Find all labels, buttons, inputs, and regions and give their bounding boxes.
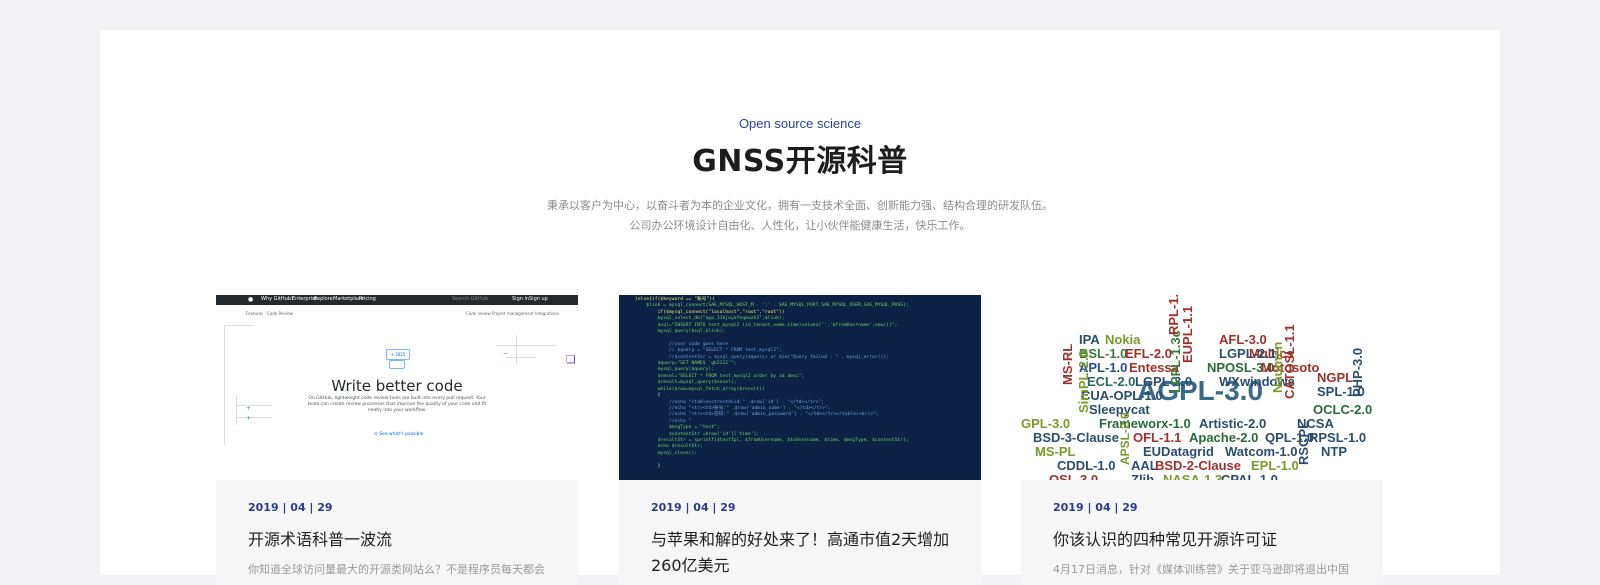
- github-breadcrumb: Features · Code Review: [246, 311, 293, 316]
- article-title[interactable]: 开源术语科普一波流: [248, 527, 548, 553]
- article-thumbnail-code[interactable]: }else{if($keyword == "账号"){ $link = mysq…: [619, 295, 981, 480]
- plus-icon: +: [246, 415, 252, 422]
- article-title[interactable]: 与苹果和解的好处来了！高通市值2天增加260亿美元: [651, 527, 951, 579]
- license-word: Watcom-1.0: [1225, 444, 1298, 459]
- license-word: GPL-3.0: [1021, 416, 1071, 431]
- license-word: RSCPL: [1296, 420, 1311, 465]
- article-title[interactable]: 你该认识的四种常见开源许可证: [1053, 527, 1353, 553]
- code-line: //echo "<tr><td>密码:" .$row['admin_passwo…: [635, 412, 879, 418]
- license-word: PHP-3.0: [1350, 347, 1365, 397]
- github-signup: Sign up: [529, 296, 548, 302]
- license-word: Frameworx-1.0: [1099, 416, 1191, 431]
- license-word: MS-RL: [1060, 343, 1075, 385]
- nav-item: Explore: [314, 296, 333, 302]
- plus-icon: +: [246, 405, 252, 412]
- license-word: RPSL-1.0: [1309, 430, 1367, 445]
- description-line-2: 公司办公环境设计自由化、人性化，让小伙伴能健康生活，快乐工作。: [629, 219, 971, 232]
- license-word: EPL-1.0: [1251, 458, 1299, 473]
- open-source-section: Open source science GNSS开源科普 秉承以客户为中心，以奋…: [100, 30, 1500, 585]
- license-word: APSL-2.0: [1118, 412, 1132, 465]
- license-word: OSL-3.0: [1049, 472, 1099, 480]
- section-title: GNSS开源科普: [692, 144, 908, 179]
- license-word: CDDL-1.0: [1057, 458, 1116, 473]
- license-word: NASA-1.3: [1163, 472, 1223, 480]
- github-tabs: Code review Project management Integrati…: [466, 311, 560, 316]
- license-word: NGPL: [1317, 370, 1354, 385]
- nav-item: Why GitHub?: [261, 296, 294, 302]
- chat-bubble-icon: [389, 360, 405, 369]
- license-word: MS-PL: [1035, 444, 1076, 459]
- license-word: Naumen: [1270, 341, 1285, 393]
- github-logo-icon: ●: [248, 296, 254, 303]
- license-word: NTP: [1321, 444, 1347, 459]
- license-word: OFL-1.1: [1133, 430, 1182, 445]
- license-word: Zlib: [1131, 472, 1155, 480]
- code-snippet: }else{if($keyword == "账号"){ $link = mysq…: [635, 297, 909, 470]
- license-word: EFL-2.0: [1125, 346, 1172, 361]
- section-eyebrow: Open source science: [738, 116, 862, 131]
- github-navbar: ● Why GitHub? Enterprise Explore Marketp…: [216, 295, 578, 305]
- article-date: 2019 | 04 | 29: [651, 501, 736, 514]
- code-line: $link = mysql_connect(SAE_MYSQL_HOST_M .…: [635, 303, 909, 309]
- license-word: AAL: [1131, 458, 1158, 473]
- github-paragraph: On GitHub, lightweight code review tools…: [307, 396, 487, 413]
- license-word: EUDatagrid: [1143, 444, 1214, 459]
- license-word: Apache-2.0: [1189, 430, 1259, 445]
- article-card-1[interactable]: ● Why GitHub? Enterprise Explore Marketp…: [216, 295, 578, 585]
- description-line-1: 秉承以客户为中心，以奋斗者为本的企业文化，拥有一支技术全面、创新能力强、结构合理…: [547, 199, 1053, 212]
- license-word: EUPL-1.1: [1180, 305, 1195, 363]
- article-date: 2019 | 04 | 29: [248, 501, 333, 514]
- comment-icon: ❏: [566, 353, 576, 366]
- license-word: AFL-3.0: [1219, 332, 1267, 347]
- github-link-label: See what's possible: [379, 432, 424, 437]
- article-card-2[interactable]: }else{if($keyword == "账号"){ $link = mysq…: [619, 295, 981, 585]
- license-word: Artistic-2.0: [1199, 416, 1267, 431]
- license-word: BSD-2-Clause: [1155, 458, 1241, 473]
- license-word: BSD-3-Clause: [1033, 430, 1119, 445]
- github-search: Search GitHub: [452, 296, 489, 302]
- license-word: IPA: [1079, 332, 1100, 347]
- license-word: SimPL-2.0: [1076, 350, 1091, 413]
- license-word: LGPL-2.1: [1219, 346, 1277, 361]
- license-word: Nokia: [1105, 332, 1141, 347]
- minus-icon: −: [503, 350, 509, 357]
- article-thumbnail-license-cloud[interactable]: AGPL-3.0 IPA Nokia BSL-1.0 EFL-2.0 APL-1.0 Ent…: [1021, 295, 1383, 480]
- github-heading: Write better code: [331, 377, 463, 395]
- license-word: ECL-2.0: [1087, 374, 1136, 389]
- license-word: OCLC-2.0: [1313, 402, 1373, 417]
- article-card-3[interactable]: AGPL-3.0 IPA Nokia BSL-1.0 EFL-2.0 APL-1.0 Ent…: [1021, 295, 1383, 585]
- license-word: LGPL-3.0: [1135, 374, 1193, 389]
- license-word: CUA-OPL-1.0: [1081, 388, 1163, 403]
- license-word: CPAL-1.0: [1221, 472, 1278, 480]
- article-thumbnail-github[interactable]: ● Why GitHub? Enterprise Explore Marketp…: [216, 295, 578, 480]
- license-word: RPL-1.5: [1166, 295, 1181, 335]
- github-signin: Sign in: [512, 296, 530, 302]
- article-date: 2019 | 04 | 29: [1053, 501, 1138, 514]
- nav-item: Pricing: [359, 296, 376, 302]
- review-badge: + 2025: [386, 349, 410, 360]
- github-link: ⊙ See what's possible: [374, 432, 424, 437]
- code-line: }: [635, 463, 661, 469]
- section-description: 秉承以客户为中心，以奋斗者为本的企业文化，拥有一支技术全面、创新能力强、结构合理…: [100, 196, 1500, 236]
